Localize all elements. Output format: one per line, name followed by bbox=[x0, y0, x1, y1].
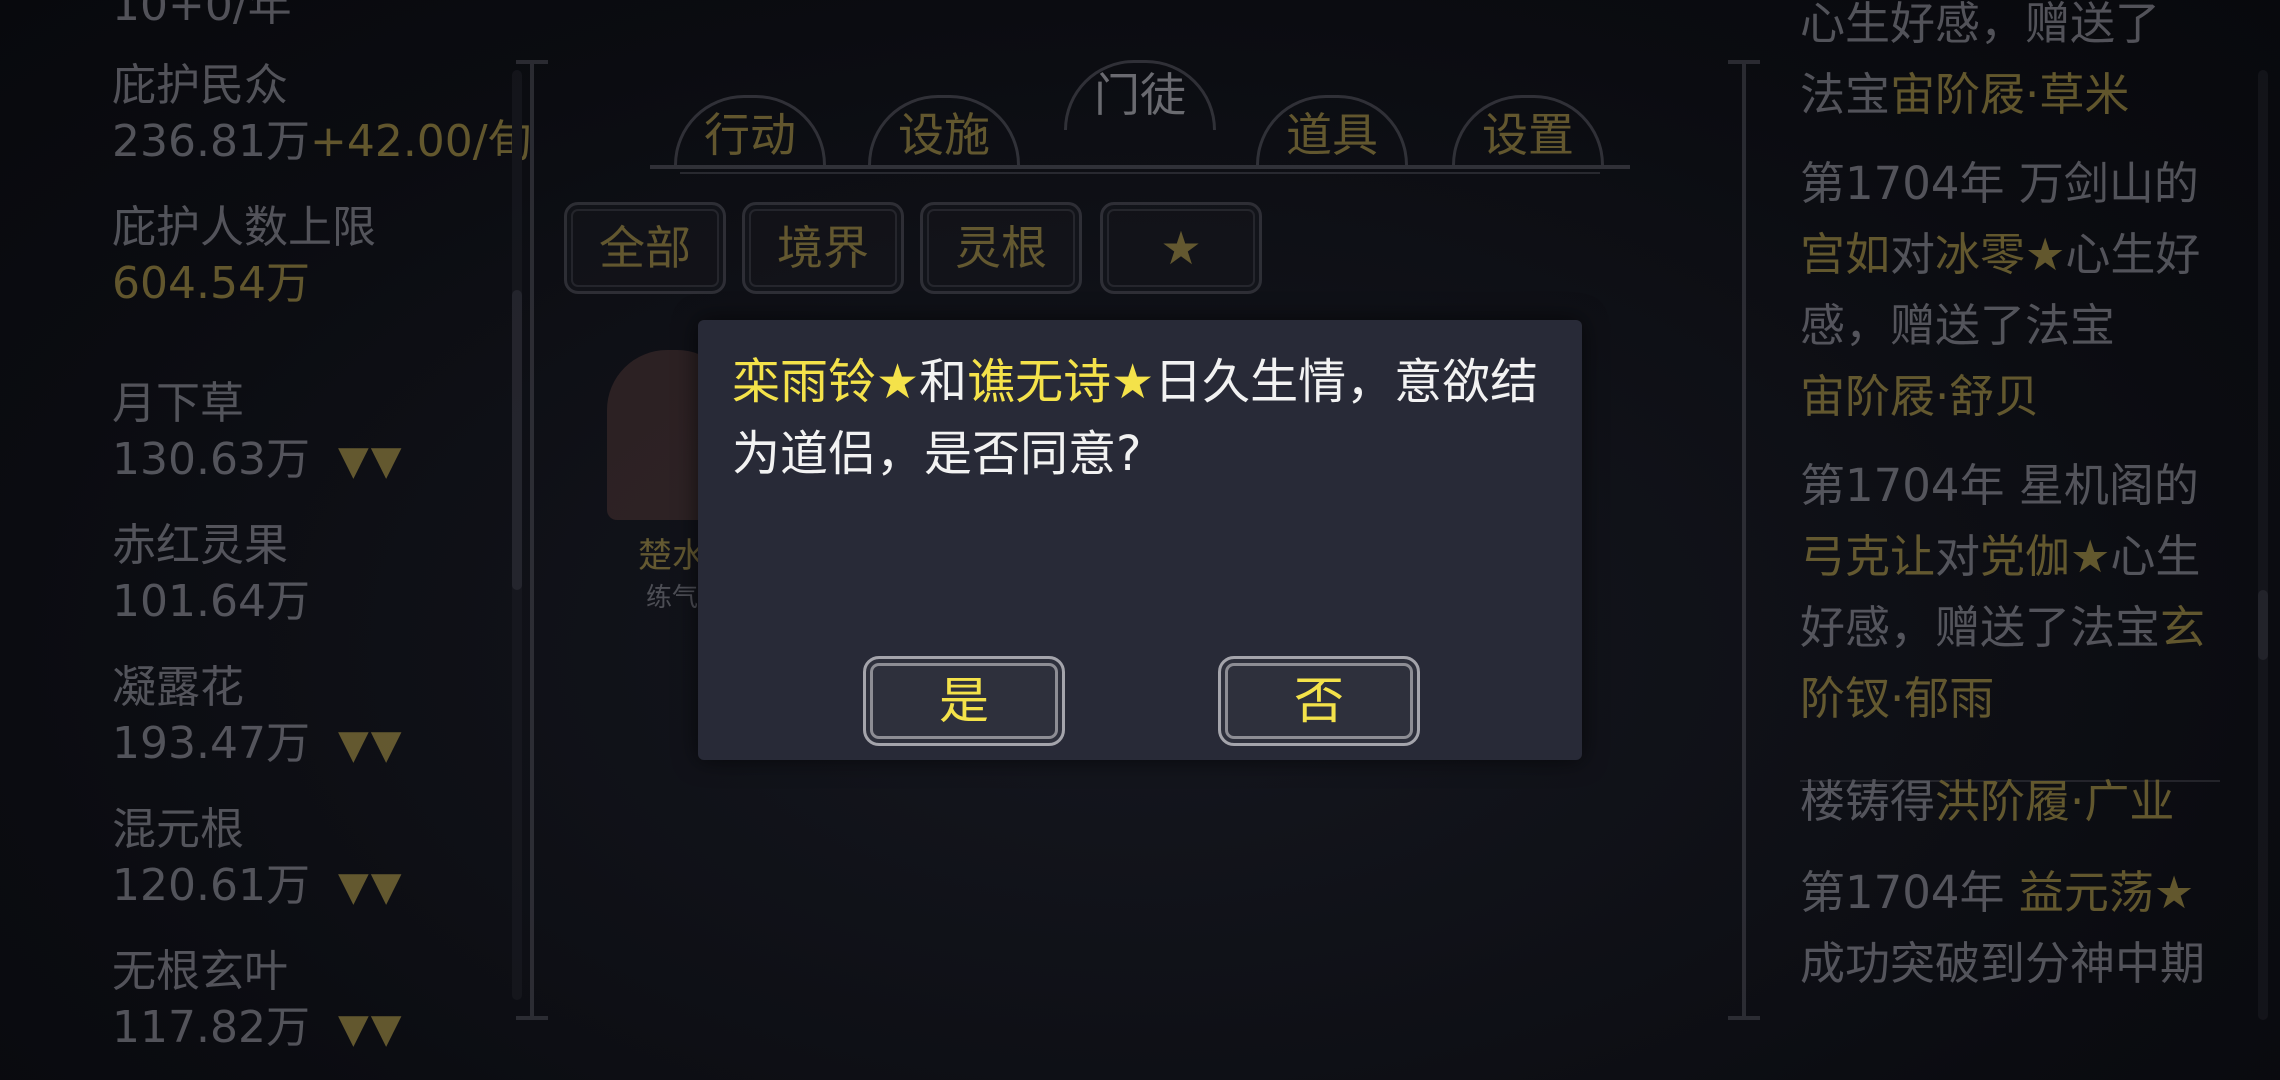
dialog-message: 栾雨铃★和谯无诗★日久生情，意欲结为道侣，是否同意? bbox=[732, 346, 1552, 490]
confirm-dialog: 栾雨铃★和谯无诗★日久生情，意欲结为道侣，是否同意? 是 否 bbox=[698, 320, 1582, 760]
game-screen: 10+0/年 庇护民众 236.81万+42.00/旬 庇护人数上限 604.5… bbox=[0, 0, 2280, 1080]
no-button[interactable]: 否 bbox=[1218, 656, 1420, 746]
dialog-and: 和 bbox=[919, 354, 968, 410]
yes-button[interactable]: 是 bbox=[863, 656, 1065, 746]
dialog-person-1: 栾雨铃★ bbox=[732, 354, 920, 410]
dialog-person-2: 谯无诗★ bbox=[967, 354, 1155, 410]
